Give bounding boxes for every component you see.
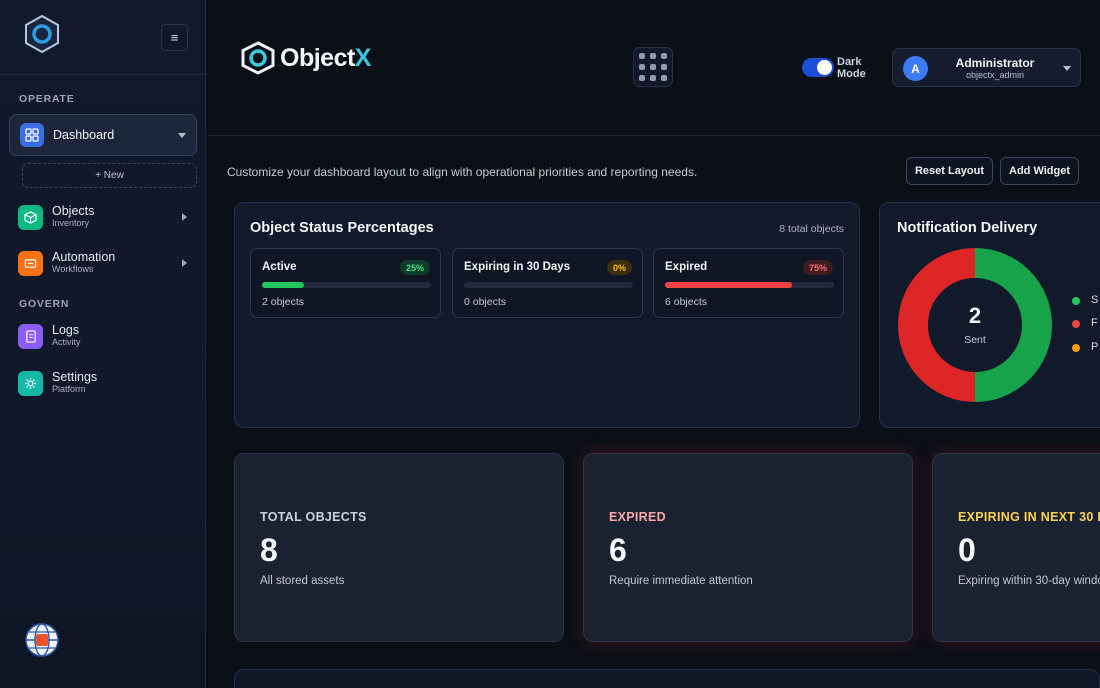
user-name: Administrator (955, 56, 1035, 70)
chevron-right-icon (182, 259, 187, 267)
toggle-knob (817, 60, 832, 75)
kpi-label: EXPIRED (609, 510, 666, 524)
legend-dot (1072, 320, 1080, 328)
sidebar-item-settings[interactable]: Settings Platform (18, 368, 198, 398)
dashboard-intro-text: Customize your dashboard layout to align… (227, 165, 698, 179)
sidebar-item-subtitle: Workflows (52, 263, 94, 274)
legend-label: P (1091, 341, 1099, 353)
brand: ObjectX (240, 41, 371, 75)
percent-badge: 25% (399, 260, 430, 275)
new-dashboard-button[interactable]: + New (22, 163, 197, 188)
chevron-down-icon[interactable] (178, 133, 186, 138)
stat-count: 0 objects (464, 296, 507, 308)
total-objects-count: 8 total objects (779, 223, 844, 235)
progress-fill (665, 282, 792, 288)
reset-layout-button[interactable]: Reset Layout (906, 157, 993, 185)
kpi-subtext: Expiring within 30-day windo (958, 575, 1100, 587)
percent-badge: 0% (606, 260, 632, 275)
stat-active[interactable]: Active 25% 2 objects (250, 248, 441, 318)
menu-toggle-button[interactable]: ≡ (161, 24, 188, 51)
kpi-value: 0 (958, 532, 976, 568)
card-title: Object Status Percentages (250, 220, 434, 236)
objectx-brand-icon (241, 41, 275, 75)
section-operate: OPERATE (19, 93, 75, 105)
object-status-card: Object Status Percentages 8 total object… (234, 202, 860, 428)
sidebar-item-automation[interactable]: Automation Workflows (18, 248, 198, 278)
legend-label: S (1091, 294, 1099, 306)
donut-center-label: Sent (964, 334, 986, 346)
legend-dot (1072, 344, 1080, 352)
section-govern: GOVERN (19, 298, 70, 310)
user-handle: objectx_admin (965, 70, 1025, 80)
document-icon (18, 323, 43, 349)
stat-expiring[interactable]: Expiring in 30 Days 0% 0 objects (452, 248, 643, 318)
donut-center-value: 2 (968, 303, 982, 328)
chevron-down-icon (1063, 66, 1071, 71)
user-menu[interactable]: A Administrator objectx_admin (892, 48, 1081, 87)
sidebar-item-label: Dashboard (53, 128, 115, 142)
kpi-value: 8 (260, 532, 278, 568)
globe-icon[interactable] (24, 622, 60, 658)
kpi-value: 6 (609, 532, 627, 568)
kpi-subtext: All stored assets (260, 575, 345, 587)
workflow-icon (18, 250, 43, 276)
bottom-widget-card (234, 669, 1100, 688)
kpi-label: TOTAL OBJECTS (260, 510, 367, 524)
progress-track (665, 282, 834, 288)
sidebar: ≡ OPERATE Dashboard + New Objects Invento… (0, 0, 206, 688)
stat-expired[interactable]: Expired 75% 6 objects (653, 248, 844, 318)
percent-badge: 75% (802, 260, 833, 275)
app-launcher-button[interactable] (633, 47, 673, 87)
stat-name: Expiring in 30 Days (464, 261, 571, 273)
sidebar-item-subtitle: Platform (52, 383, 86, 394)
header-divider (207, 135, 1100, 136)
sidebar-item-subtitle: Inventory (52, 217, 90, 228)
sidebar-divider (0, 74, 206, 75)
sidebar-item-logs[interactable]: Logs Activity (18, 321, 198, 351)
avatar: A (903, 56, 928, 81)
notification-delivery-card: Notification Delivery 2 Sent (879, 202, 1100, 428)
kpi-label: EXPIRING IN NEXT 30 D (958, 510, 1100, 524)
stat-name: Expired (665, 261, 708, 273)
progress-track (464, 282, 633, 288)
sidebar-item-subtitle: Activity (52, 336, 81, 347)
legend-label: F (1091, 317, 1098, 329)
objectx-logo-icon[interactable] (22, 14, 62, 54)
add-widget-button[interactable]: Add Widget (1000, 157, 1079, 185)
sidebar-item-title: Logs (52, 323, 80, 338)
legend-dot (1072, 297, 1080, 305)
sidebar-item-objects[interactable]: Objects Inventory (18, 202, 198, 232)
chevron-right-icon (182, 213, 187, 221)
kpi-total-objects[interactable]: TOTAL OBJECTS 8 All stored assets (234, 453, 564, 642)
kpi-expiring-next-30-days[interactable]: EXPIRING IN NEXT 30 D 0 Expiring within … (932, 453, 1100, 642)
progress-fill (262, 282, 305, 288)
sidebar-item-title: Objects (52, 204, 95, 219)
gear-icon (18, 370, 43, 396)
brand-name: ObjectX (280, 43, 371, 72)
dark-mode-toggle[interactable] (802, 58, 834, 77)
sidebar-item-title: Settings (52, 370, 98, 385)
stat-name: Active (262, 261, 297, 273)
stat-count: 2 objects (262, 296, 305, 308)
stat-count: 6 objects (665, 296, 708, 308)
dark-mode-label: Dark Mode (837, 56, 866, 80)
kpi-subtext: Require immediate attention (609, 575, 753, 587)
kpi-expired[interactable]: EXPIRED 6 Require immediate attention (583, 453, 913, 642)
cube-icon (18, 204, 43, 230)
dashboard-icon (20, 123, 44, 147)
sidebar-item-title: Automation (52, 250, 116, 265)
hamburger-icon: ≡ (170, 30, 179, 45)
progress-track (262, 282, 431, 288)
sidebar-item-dashboard[interactable]: Dashboard (9, 114, 197, 156)
card-title: Notification Delivery (897, 220, 1038, 236)
